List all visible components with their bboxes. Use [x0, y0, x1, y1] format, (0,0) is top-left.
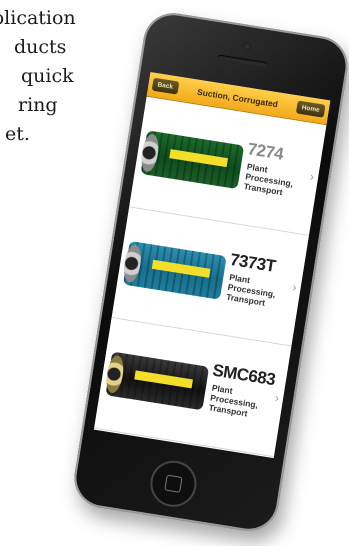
article-line-3: quick: [21, 65, 74, 87]
background-article-text: plication ducts quick ring et.: [0, 4, 120, 149]
article-line-1: plication: [0, 7, 76, 29]
article-line-4: ring: [18, 94, 58, 116]
camera-icon: [243, 42, 252, 51]
article-line-5: et.: [5, 123, 30, 145]
product-code: 7274: [246, 139, 285, 164]
hose-image-7373t: [121, 240, 227, 300]
hose-image-smc683: [103, 351, 210, 411]
home-nav-button[interactable]: Home: [295, 100, 326, 118]
phone-screen: Back Suction, Corrugated Home 7274 Plant…: [93, 72, 331, 459]
product-applications: Plant Processing, Transport: [243, 161, 309, 200]
chevron-right-icon: ›: [309, 169, 316, 184]
home-button[interactable]: [147, 457, 200, 511]
hose-image-7274: [138, 130, 245, 190]
product-applications: Plant Processing, Transport: [226, 272, 292, 311]
chevron-right-icon: ›: [274, 390, 281, 406]
home-square-icon: [164, 474, 183, 493]
earpiece-icon: [217, 54, 268, 68]
product-list: 7274 Plant Processing, Transport › 7373T…: [94, 96, 327, 458]
chevron-right-icon: ›: [291, 280, 298, 295]
article-line-2: ducts: [14, 36, 67, 58]
